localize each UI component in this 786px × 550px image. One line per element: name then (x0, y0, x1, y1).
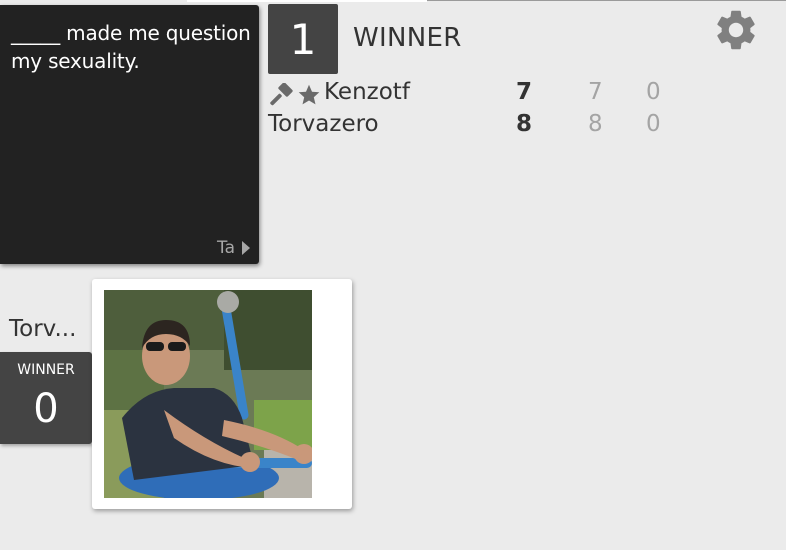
played-status: WINNER (17, 362, 75, 378)
scoreboard-player-name: Torvazero (268, 111, 379, 137)
scoreboard-row: Kenzotf 7 7 0 (268, 79, 688, 111)
black-card: _____ made me question my sexuality. Ta (0, 5, 259, 264)
card-photo (104, 290, 312, 498)
round-number: 1 (268, 4, 338, 74)
top-edge-highlight (187, 0, 427, 2)
top-edge-line (427, 0, 786, 1)
black-card-text: _____ made me question my sexuality. (11, 21, 251, 73)
white-card[interactable] (92, 279, 352, 509)
scoreboard-stat: 0 (646, 79, 661, 105)
gavel-icon (270, 83, 293, 106)
played-player-box: WINNER 0 (0, 352, 92, 444)
pack-arrow-icon[interactable] (242, 241, 250, 255)
scoreboard-row: Torvazero 8 8 0 (268, 111, 688, 143)
played-player-name: Torv... (9, 316, 77, 342)
scoreboard-stat: 7 (588, 79, 603, 105)
star-icon (298, 84, 320, 105)
played-points: 0 (33, 386, 59, 432)
scoreboard-score: 7 (516, 79, 533, 105)
scoreboard-stat: 8 (588, 111, 603, 137)
round-status: WINNER (353, 23, 462, 53)
scoreboard-score: 8 (516, 111, 533, 137)
scoreboard-player-name: Kenzotf (324, 79, 410, 105)
gear-icon[interactable] (712, 6, 760, 54)
card-pack-label: Ta (217, 238, 235, 258)
player-role-icons (268, 83, 323, 107)
scoreboard-stat: 0 (646, 111, 661, 137)
